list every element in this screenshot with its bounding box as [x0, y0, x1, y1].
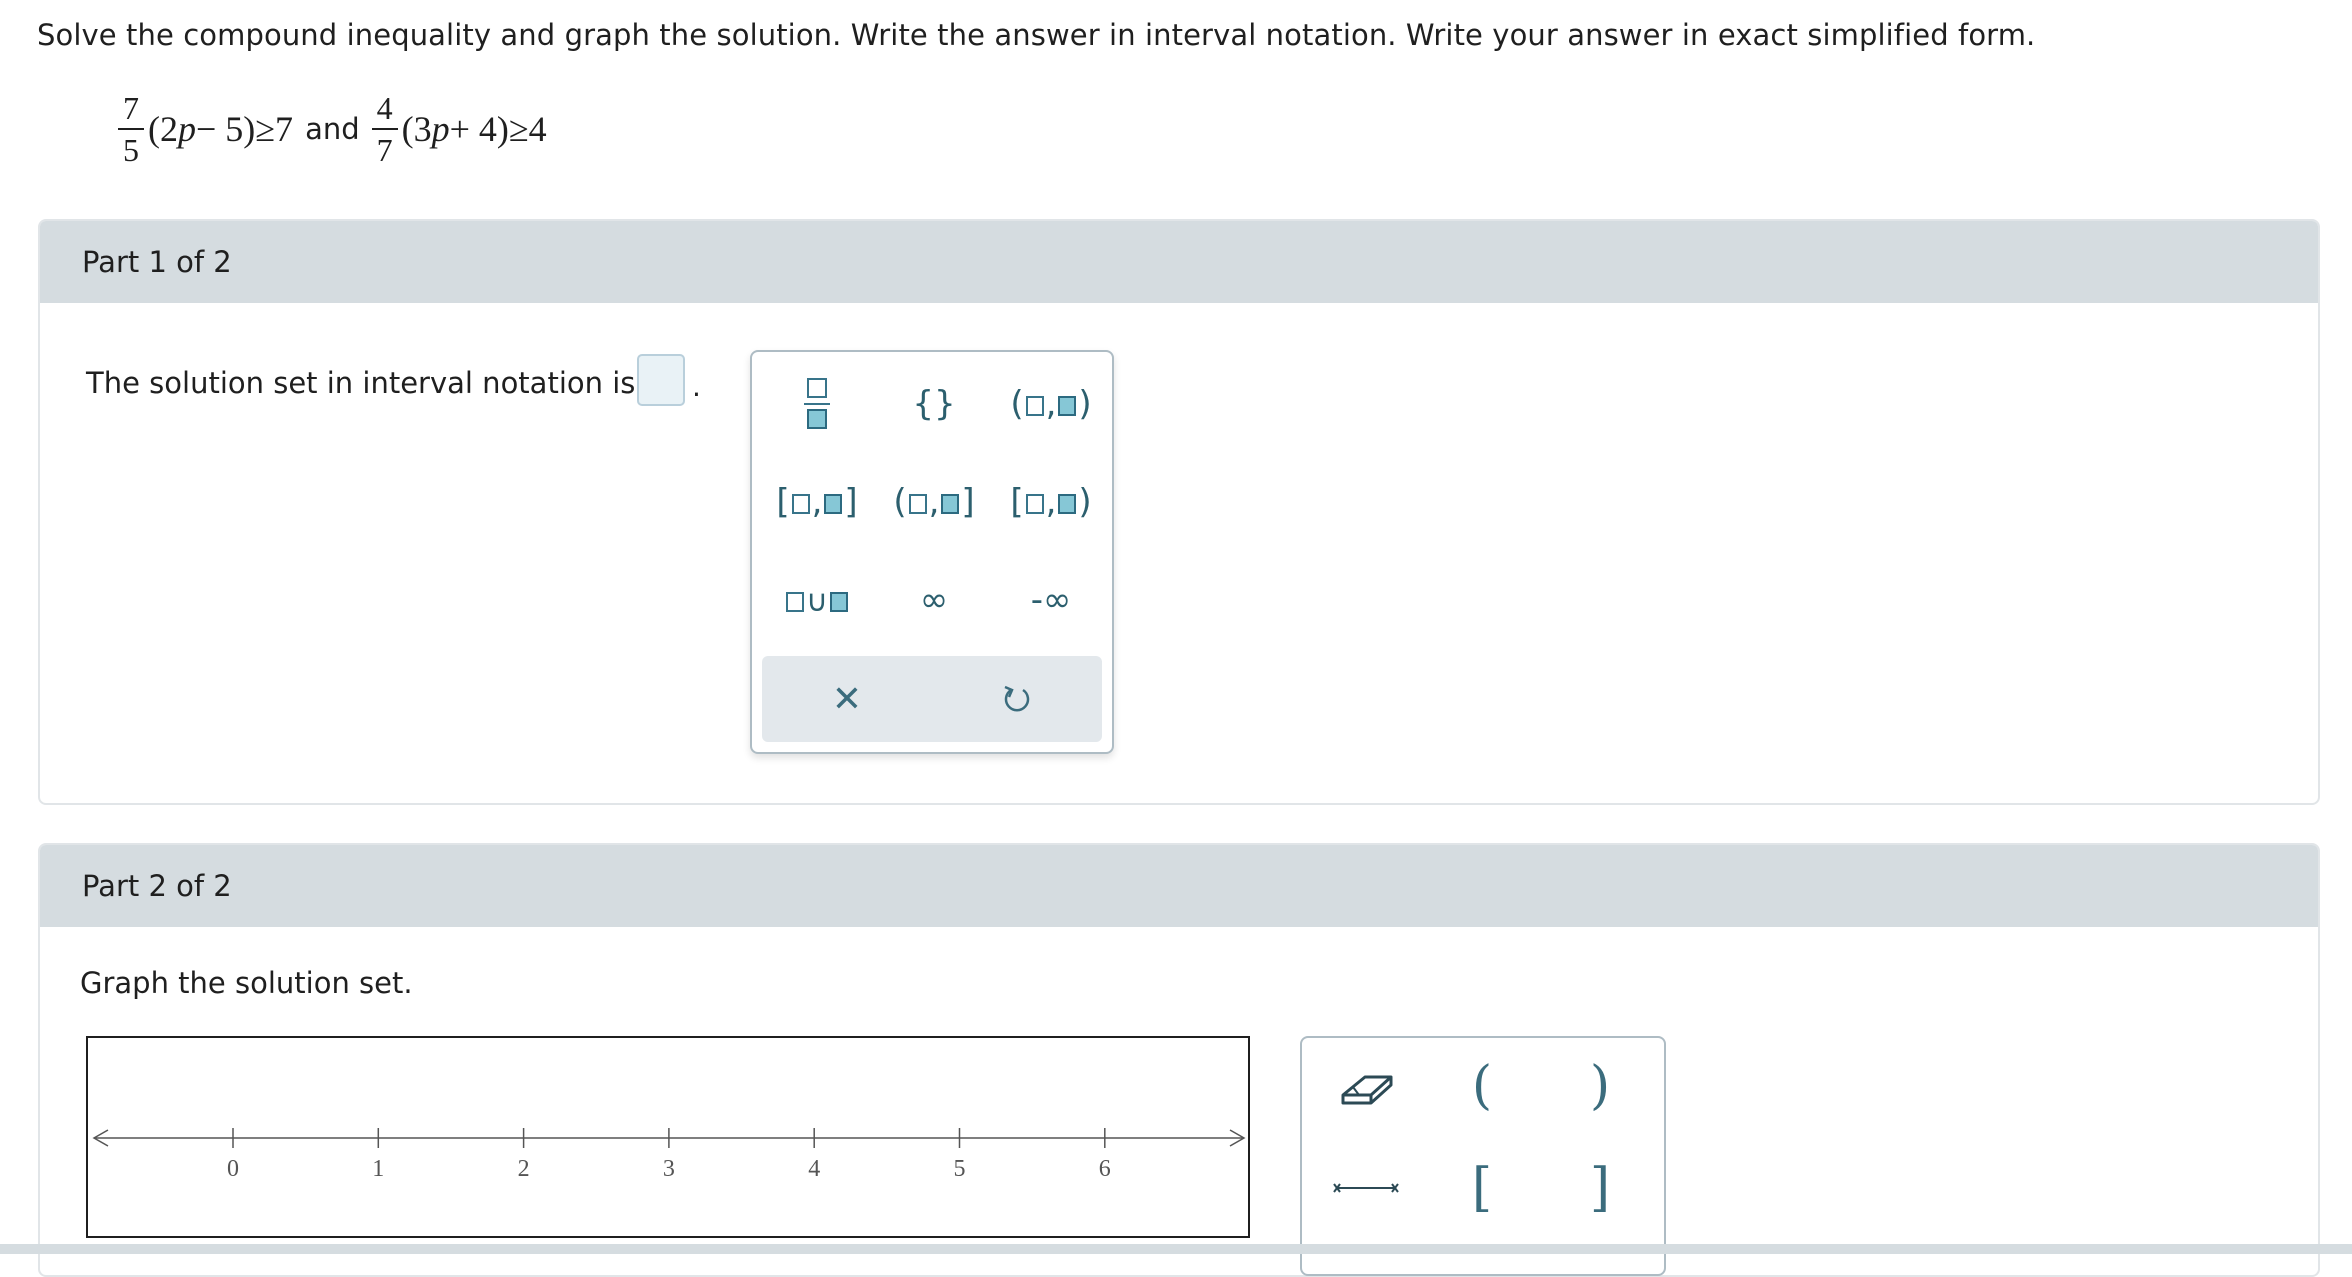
fraction-4-7: 4 7 [371, 92, 398, 166]
tick-label: 0 [227, 1156, 239, 1182]
infinity-button[interactable]: ∞ [879, 560, 989, 640]
undo-icon [1004, 685, 1030, 712]
open-left-bracket-button[interactable]: ( [1432, 1046, 1532, 1126]
fraction-icon [804, 378, 830, 429]
tick-label: 4 [808, 1156, 820, 1182]
closed-open-interval-icon: [,) [1010, 482, 1092, 522]
left-bracket-icon: [ [1471, 1158, 1493, 1218]
braces-icon: {} [912, 384, 956, 424]
infinity-icon: ∞ [919, 580, 949, 620]
eraser-icon [1341, 1075, 1393, 1105]
right-parenthesis-icon: ) [1589, 1056, 1611, 1116]
closed-closed-interval-icon: [,] [776, 482, 858, 522]
math-palette: {} (,) [,] (,] [,) ∪ ∞ -∞ ✕ [750, 350, 1114, 754]
part-1-header: Part 1 of 2 [40, 221, 2318, 303]
segment-tool-button[interactable] [1316, 1148, 1416, 1228]
palette-footer: ✕ [762, 656, 1102, 742]
open-open-interval-button[interactable]: (,) [996, 364, 1106, 444]
segment-icon [1333, 1183, 1399, 1193]
tick-label: 2 [518, 1156, 530, 1182]
compound-inequality: 7 5 (2 p − 5)≥7 and 4 7 (3 p + 4)≥4 [118, 84, 547, 174]
closed-closed-interval-button[interactable]: [,] [762, 462, 872, 542]
fraction-button[interactable] [762, 364, 872, 444]
tick-label: 1 [372, 1156, 384, 1182]
left-parenthesis-icon: ( [1471, 1056, 1493, 1116]
open-closed-interval-icon: (,] [893, 482, 975, 522]
graph-tools: ( ) [ ] [1300, 1036, 1666, 1276]
tick-label: 6 [1099, 1156, 1111, 1182]
union-button[interactable]: ∪ [762, 560, 872, 640]
period: . [692, 370, 701, 403]
undo-button[interactable] [932, 656, 1102, 742]
part-1-panel: Part 1 of 2 [38, 219, 2320, 805]
part-1-prompt: The solution set in interval notation is [86, 366, 636, 400]
tick-label: 5 [954, 1156, 966, 1182]
open-closed-interval-button[interactable]: (,] [879, 462, 989, 542]
and-label: and [305, 112, 360, 146]
clear-button[interactable]: ✕ [762, 656, 932, 742]
bottom-scroll-edge [0, 1244, 2352, 1254]
close-icon: ✕ [831, 678, 863, 720]
negative-infinity-button[interactable]: -∞ [996, 560, 1106, 640]
union-icon: ∪ [784, 580, 850, 620]
closed-left-bracket-button[interactable]: [ [1432, 1148, 1532, 1228]
part-2-header: Part 2 of 2 [40, 845, 2318, 927]
interval-answer-input[interactable] [637, 354, 685, 406]
open-right-bracket-button[interactable]: ) [1550, 1046, 1650, 1126]
set-braces-button[interactable]: {} [879, 364, 989, 444]
instructions: Solve the compound inequality and graph … [37, 18, 2036, 52]
closed-right-bracket-button[interactable]: ] [1550, 1148, 1650, 1228]
fraction-7-5: 7 5 [118, 92, 144, 166]
negative-infinity-icon: -∞ [1030, 580, 1072, 620]
eraser-button[interactable] [1316, 1046, 1416, 1126]
open-open-interval-icon: (,) [1010, 384, 1092, 424]
number-line: 0 1 2 3 4 5 6 [92, 1128, 1246, 1182]
closed-open-interval-button[interactable]: [,) [996, 462, 1106, 542]
right-bracket-icon: ] [1589, 1158, 1611, 1218]
number-line-graph[interactable]: 0 1 2 3 4 5 6 [86, 1036, 1250, 1238]
tick-label: 3 [663, 1156, 675, 1182]
part-2-prompt: Graph the solution set. [80, 966, 413, 1000]
